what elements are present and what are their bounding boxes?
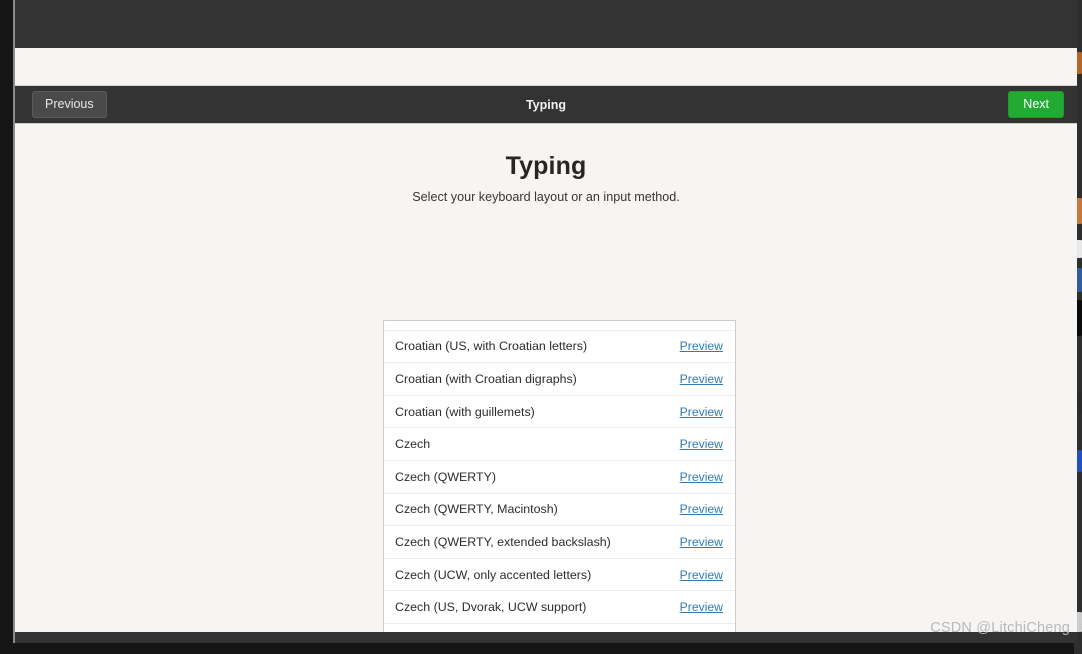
keyboard-layout-row[interactable]: Czech (QWERTY, extended backslash)Previe…: [384, 526, 735, 559]
installer-window: Previous Typing Next Typing Select your …: [13, 0, 1077, 643]
keyboard-layout-row[interactable]: Czech (QWERTY)Preview: [384, 461, 735, 494]
preview-link[interactable]: Preview: [680, 502, 724, 516]
keyboard-layout-row[interactable]: Croatian (US, with Croatian digraphs)Pre…: [384, 320, 735, 331]
keyboard-layout-row[interactable]: Croatian (US, with Croatian letters)Prev…: [384, 331, 735, 364]
keyboard-layout-row[interactable]: Czech (QWERTY, Macintosh)Preview: [384, 494, 735, 527]
keyboard-layout-name: Czech (US, Dvorak, UCW support): [395, 600, 680, 614]
keyboard-layout-row[interactable]: Czech (US, Dvorak, UCW support)Preview: [384, 591, 735, 624]
window-footer-bar: [15, 632, 1077, 643]
preview-link[interactable]: Preview: [680, 470, 724, 484]
preview-link[interactable]: Preview: [680, 405, 724, 419]
keyboard-layout-name: Croatian (with guillemets): [395, 405, 680, 419]
navigation-title: Typing: [15, 98, 1077, 112]
preview-link[interactable]: Preview: [680, 535, 724, 549]
keyboard-layout-row[interactable]: Croatian (with guillemets)Preview: [384, 396, 735, 429]
window-titlebar: [15, 0, 1077, 48]
window-header-strip: [15, 48, 1077, 86]
next-button[interactable]: Next: [1008, 91, 1064, 119]
keyboard-layout-row[interactable]: Czech (UCW, only accented letters)Previe…: [384, 559, 735, 592]
preview-link[interactable]: Preview: [680, 568, 724, 582]
preview-link[interactable]: Preview: [680, 600, 724, 614]
keyboard-layout-name: Czech (QWERTY): [395, 470, 680, 484]
previous-button[interactable]: Previous: [32, 91, 107, 119]
keyboard-layout-name: Croatian (US, with Croatian letters): [395, 339, 680, 353]
preview-link[interactable]: Preview: [680, 372, 724, 386]
preview-link[interactable]: Preview: [680, 339, 724, 353]
preview-link[interactable]: Preview: [680, 320, 724, 321]
keyboard-layout-name: Czech (UCW, only accented letters): [395, 568, 680, 582]
keyboard-layout-name: Croatian (with Croatian digraphs): [395, 372, 680, 386]
preview-link[interactable]: Preview: [680, 437, 724, 451]
keyboard-layout-name: Czech: [395, 437, 680, 451]
keyboard-layout-name: Czech (QWERTY, Macintosh): [395, 502, 680, 516]
page-body: Typing Select your keyboard layout or an…: [15, 123, 1077, 643]
page-subtitle: Select your keyboard layout or an input …: [15, 190, 1077, 204]
keyboard-layout-list-scroll[interactable]: Croatian (US, with Croatian digraphs)Pre…: [384, 320, 735, 643]
page-title: Typing: [15, 152, 1077, 181]
keyboard-layout-name: Croatian (US, with Croatian digraphs): [395, 320, 680, 321]
navigation-bar: Previous Typing Next: [15, 86, 1077, 123]
keyboard-layout-name: Czech (QWERTY, extended backslash): [395, 535, 680, 549]
keyboard-layout-row[interactable]: CzechPreview: [384, 428, 735, 461]
keyboard-layout-list[interactable]: Croatian (US, with Croatian digraphs)Pre…: [383, 320, 736, 643]
keyboard-layout-row[interactable]: Croatian (with Croatian digraphs)Preview: [384, 363, 735, 396]
